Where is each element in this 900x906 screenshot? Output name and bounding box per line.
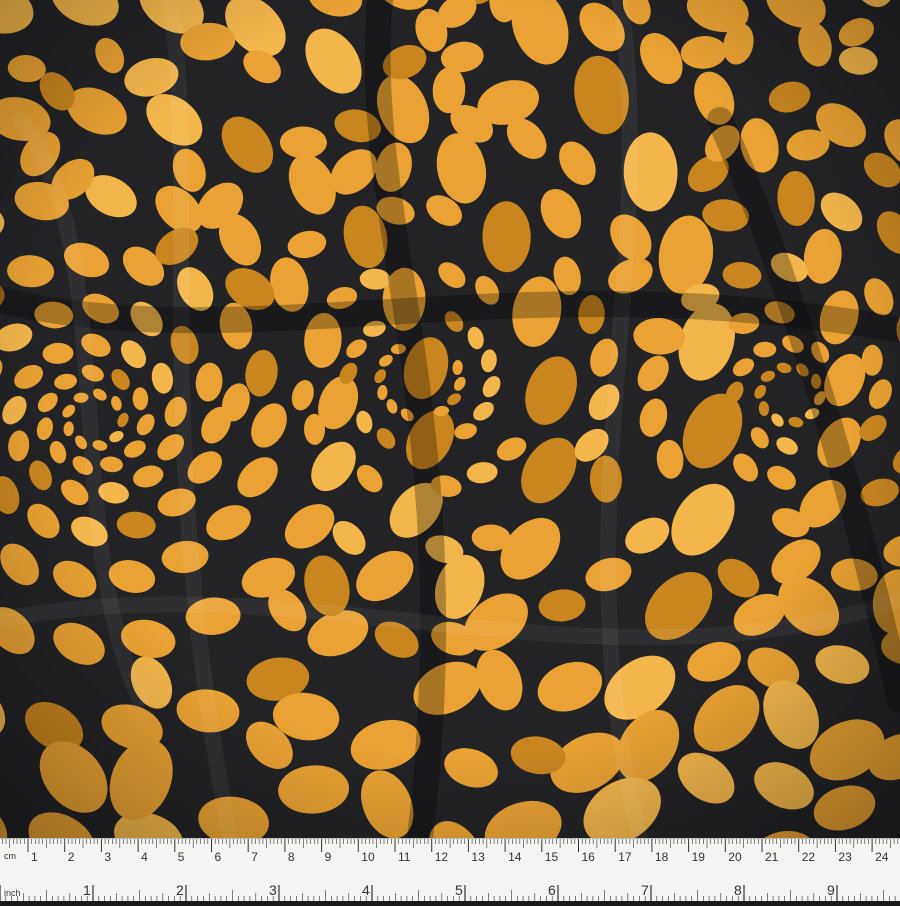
- ruler-scale: cm inch 1 2 3 4 5 6 7 8 9 10 11 12 13 14 15 16 17 18 19 20 2…: [0, 839, 899, 901]
- cm-label: 8: [288, 850, 295, 864]
- inch-label: 3: [269, 882, 277, 898]
- cm-ticks: [1, 839, 899, 852]
- cm-label: 2: [68, 850, 75, 864]
- inch-label: 2: [176, 882, 184, 898]
- inch-label: 6: [548, 882, 556, 898]
- fabric-swatch: [0, 0, 900, 838]
- inch-label: 7: [641, 882, 649, 898]
- cm-label: 1: [31, 850, 38, 864]
- inch-label: 8: [734, 882, 742, 898]
- inch-label: 5: [455, 882, 463, 898]
- inch-labels: 1 2 3 4 5 6 7 8 9: [83, 882, 835, 898]
- cm-label: 11: [398, 850, 411, 864]
- cm-label: 24: [875, 850, 889, 864]
- cm-label: 5: [178, 850, 185, 864]
- cm-label: 17: [618, 850, 632, 864]
- cm-label: 4: [141, 850, 148, 864]
- cm-label: 6: [215, 850, 222, 864]
- cm-label: 21: [765, 850, 779, 864]
- inch-label: 4: [362, 882, 370, 898]
- cm-label: 18: [655, 850, 669, 864]
- cm-label: 16: [582, 850, 596, 864]
- cm-label: 14: [508, 850, 522, 864]
- cm-label: 9: [325, 850, 332, 864]
- cm-labels: 1 2 3 4 5 6 7 8 9 10 11 12 13 14 15 16 17 18 19 20 21 22 23 24: [31, 850, 889, 864]
- measuring-ruler: cm inch 1 2 3 4 5 6 7 8 9 10 11 12 13 14 15 16 17 18 19 20 2…: [0, 838, 900, 901]
- cm-label: 7: [251, 850, 258, 864]
- fabric-pattern: [0, 0, 900, 838]
- cm-label: 23: [838, 850, 852, 864]
- cm-label: 10: [361, 850, 375, 864]
- cm-label: 13: [471, 850, 485, 864]
- cm-label: 12: [435, 850, 449, 864]
- cm-label: 15: [545, 850, 559, 864]
- cm-label: 19: [692, 850, 706, 864]
- fabric-photo: cm inch 1 2 3 4 5 6 7 8 9 10 11 12 13 14 15 16 17 18 19 20 2…: [0, 0, 900, 901]
- fabric-vignette: [0, 0, 900, 838]
- inch-label: 9: [827, 882, 835, 898]
- cm-label: 20: [728, 850, 742, 864]
- inch-unit-label: inch: [4, 888, 21, 898]
- cm-label: 3: [104, 850, 111, 864]
- inch-label: 1: [83, 882, 91, 898]
- cm-label: 22: [802, 850, 816, 864]
- inch-ticks: [0, 885, 896, 901]
- cm-unit-label: cm: [4, 851, 16, 861]
